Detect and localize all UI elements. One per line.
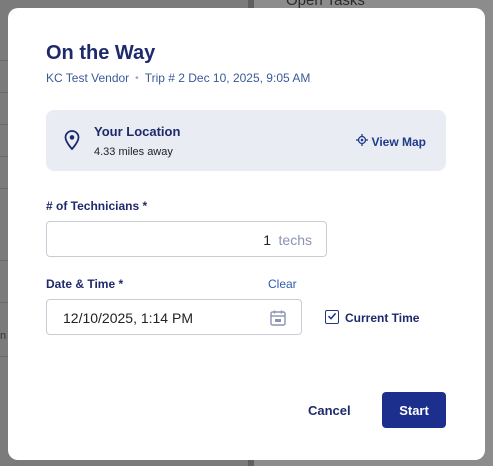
background-left-text: n [0,330,7,342]
trip-info: Trip # 2 Dec 10, 2025, 9:05 AM [144,71,311,85]
clear-date-link[interactable]: Clear [268,277,297,291]
on-the-way-dialog: On the Way KC Test Vendor • Trip # 2 Dec… [8,8,485,460]
background-left-edge [0,0,8,466]
current-time-checkbox[interactable] [325,310,339,324]
location-card: Your Location 4.33 miles away View Map [46,110,446,171]
location-title: Your Location [94,124,181,139]
dialog-subtitle: KC Test Vendor • Trip # 2 Dec 10, 2025, … [46,71,310,85]
view-map-link[interactable]: View Map [355,134,426,149]
checkmark-icon [327,308,337,326]
location-distance: 4.33 miles away [94,146,173,158]
locate-icon [355,134,368,149]
date-time-value: 12/10/2025, 1:14 PM [63,310,193,326]
view-map-label: View Map [371,134,426,149]
technicians-unit: techs [278,232,312,248]
current-time-label[interactable]: Current Time [345,311,419,325]
date-time-input[interactable]: 12/10/2025, 1:14 PM [46,299,302,335]
dialog-title: On the Way [46,42,156,64]
technicians-value: 1 [263,232,271,248]
technicians-label: # of Technicians * [46,199,148,213]
map-pin-icon [64,130,80,151]
subtitle-separator: • [135,72,139,84]
calendar-icon[interactable] [269,309,287,327]
technicians-input[interactable]: 1 techs [46,221,327,257]
cancel-button[interactable]: Cancel [308,403,351,418]
vendor-name: KC Test Vendor [46,71,130,85]
start-button[interactable]: Start [382,392,446,428]
date-time-label: Date & Time * [46,277,124,291]
